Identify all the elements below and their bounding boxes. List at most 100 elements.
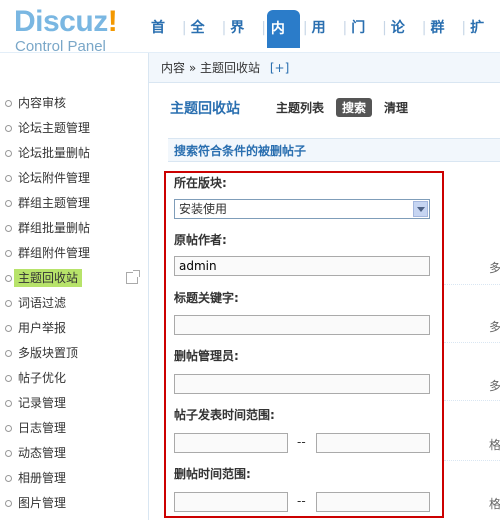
nav-tab[interactable]: 首页	[148, 8, 179, 76]
author-hint: 多	[489, 261, 500, 275]
admin-label: 删帖管理员:	[174, 349, 239, 363]
breadcrumb-page: 主题回收站	[200, 61, 261, 75]
sidebar-item-label: 词语过滤	[18, 296, 67, 310]
discuz-logo[interactable]: Discuz! Control Panel	[14, 5, 118, 56]
post-time-end-input[interactable]	[316, 433, 430, 453]
forum-select[interactable]: 安装使用	[174, 199, 430, 219]
nav-tab[interactable]: 内容	[266, 10, 300, 75]
bullet-icon	[5, 475, 12, 482]
bullet-icon	[5, 400, 12, 407]
bullet-icon	[5, 150, 12, 157]
nav-separator: |	[181, 20, 187, 36]
page-title: 主题回收站	[170, 101, 240, 117]
tab[interactable]: 搜索	[336, 98, 373, 117]
sidebar: 内容审核论坛主题管理 论坛批量删帖 论坛附件管理群组主题管理群组批量删帖群组附件管理…	[0, 53, 149, 520]
nav-separator: |	[382, 20, 387, 36]
sidebar-item-label: 论坛主题管理	[18, 121, 91, 135]
bullet-icon	[5, 500, 12, 507]
bullet-icon	[5, 100, 12, 107]
nav-separator: |	[261, 20, 266, 36]
delete-time-end-input[interactable]	[316, 492, 430, 512]
author-input[interactable]	[174, 256, 430, 276]
sidebar-item-label: 群组批量删帖	[18, 221, 91, 235]
open-external-icon[interactable]	[126, 270, 140, 284]
sidebar-item[interactable]: 记录管理	[0, 391, 148, 416]
nav-separator: |	[302, 20, 308, 36]
sidebar-item[interactable]: 用户举报	[0, 316, 148, 341]
sub-tabs: 主题列表 搜索 清理	[270, 98, 414, 117]
nav-tab[interactable]: 门户	[348, 8, 379, 76]
delete-time-start-input[interactable]	[174, 492, 288, 512]
delete-time-separator: --	[297, 494, 306, 508]
logo-exclamation: !	[107, 5, 118, 38]
breadcrumb-separator: »	[188, 61, 197, 75]
row-divider	[444, 342, 500, 343]
breadcrumb-section[interactable]: 内容	[161, 61, 185, 75]
row-divider	[444, 400, 500, 401]
section-title: 搜索符合条件的被删帖子	[168, 138, 500, 162]
add-shortcut-button[interactable]: [+]	[270, 61, 289, 75]
delete-time-label: 删帖时间范围:	[174, 467, 251, 481]
sidebar-item-label: 论坛附件管理	[18, 171, 91, 185]
sidebar-item[interactable]: 群组批量删帖	[0, 216, 148, 241]
sidebar-item-label: 论坛批量删帖	[18, 146, 91, 160]
logo-text: Discuz	[14, 5, 108, 38]
sidebar-item-label: 主题回收站	[14, 269, 83, 287]
sidebar-item-label: 帖子优化	[18, 371, 67, 385]
tab[interactable]: 主题列表	[270, 98, 330, 117]
nav-separator: |	[342, 20, 348, 36]
nav-tab[interactable]: 论坛	[388, 8, 419, 76]
top-navigation: 首页|全局|界面|内容|用户|门户|论坛|群组|扩展	[148, 8, 500, 76]
row-divider	[444, 460, 500, 461]
bullet-icon	[5, 125, 12, 132]
sidebar-item[interactable]: 词语过滤	[0, 291, 148, 316]
sidebar-item-label: 用户举报	[18, 321, 67, 335]
bullet-icon	[5, 350, 12, 357]
header: Discuz! Control Panel 首页|全局|界面|内容|用户|门户|…	[0, 0, 500, 76]
bullet-icon	[5, 300, 12, 307]
sidebar-item[interactable]: 相册管理	[0, 466, 148, 491]
admin-input[interactable]	[174, 374, 430, 394]
bullet-icon	[5, 450, 12, 457]
nav-tab[interactable]: 扩展	[467, 8, 498, 76]
sidebar-item[interactable]: 多版块置顶	[0, 341, 148, 366]
sidebar-menu: 内容审核论坛主题管理 论坛批量删帖 论坛附件管理群组主题管理群组批量删帖群组附件管理…	[0, 91, 148, 516]
bullet-icon	[5, 325, 12, 332]
keyword-label: 标题关键字:	[174, 291, 239, 305]
sidebar-item-label: 相册管理	[18, 471, 67, 485]
keyword-input[interactable]	[174, 315, 430, 335]
author-label: 原帖作者:	[174, 233, 227, 247]
sidebar-item[interactable]: 内容审核	[0, 91, 148, 116]
sidebar-item[interactable]: 动态管理	[0, 441, 148, 466]
nav-separator: |	[421, 20, 427, 36]
sidebar-item[interactable]: 群组主题管理	[0, 191, 148, 216]
nav-tab[interactable]: 全局	[188, 8, 219, 76]
post-time-start-input[interactable]	[174, 433, 288, 453]
sidebar-item-label: 内容审核	[18, 96, 67, 110]
tab[interactable]: 清理	[378, 98, 414, 117]
sidebar-item[interactable]: 论坛批量删帖	[0, 141, 148, 166]
sidebar-item[interactable]: 主题回收站	[0, 266, 148, 291]
keyword-hint: 多	[489, 320, 500, 334]
sidebar-item-label: 多版块置顶	[18, 346, 79, 360]
sidebar-item[interactable]: 日志管理	[0, 416, 148, 441]
forum-select-value: 安装使用	[179, 202, 228, 216]
sidebar-item-label: 记录管理	[18, 396, 67, 410]
chevron-down-icon[interactable]	[413, 201, 428, 217]
nav-tab[interactable]: 群组	[427, 8, 458, 76]
nav-tab[interactable]: 界面	[227, 8, 258, 76]
post-time-hint: 格	[489, 438, 500, 452]
sidebar-item[interactable]: 论坛主题管理	[0, 116, 148, 141]
sidebar-item[interactable]: 图片管理	[0, 491, 148, 516]
sidebar-item[interactable]: 群组附件管理	[0, 241, 148, 266]
nav-separator: |	[221, 20, 227, 36]
post-time-separator: --	[297, 435, 306, 449]
nav-tab[interactable]: 用户	[309, 8, 340, 76]
row-divider	[444, 284, 500, 285]
bullet-icon	[5, 375, 12, 382]
bullet-icon	[5, 225, 12, 232]
admin-hint: 多	[489, 379, 500, 393]
sidebar-item[interactable]: 帖子优化	[0, 366, 148, 391]
forum-label: 所在版块:	[174, 176, 227, 190]
sidebar-item[interactable]: 论坛附件管理	[0, 166, 148, 191]
